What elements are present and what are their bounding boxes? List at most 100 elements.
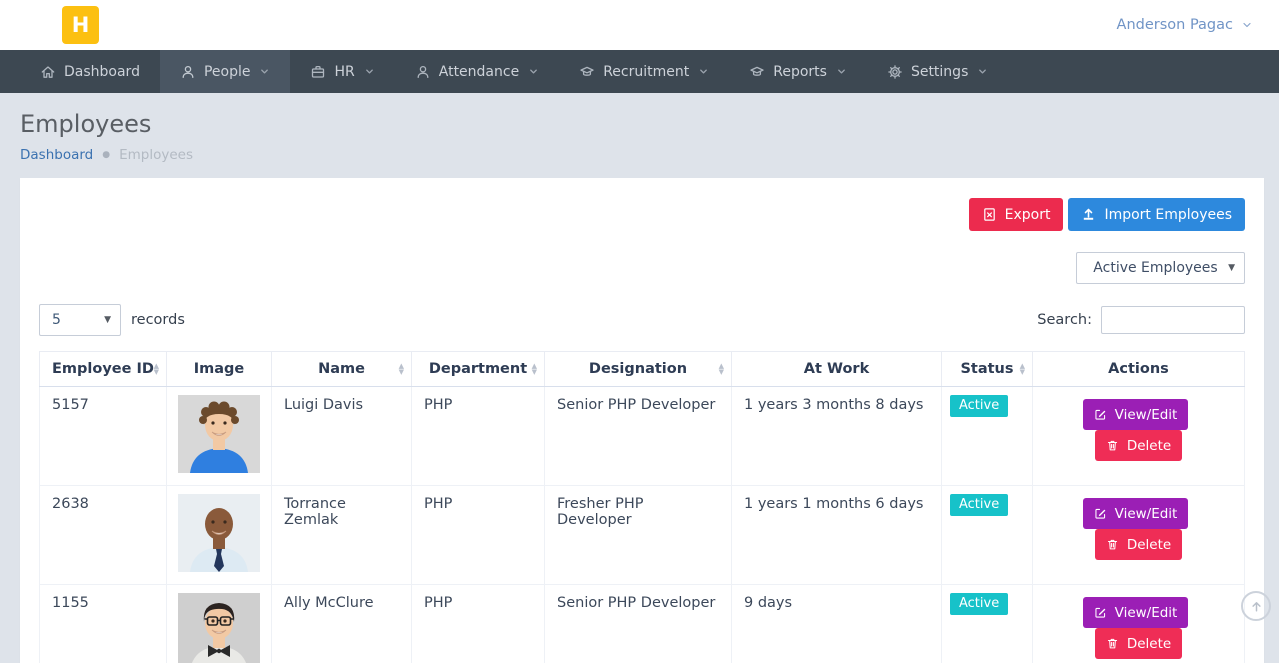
employee-filter-select[interactable]: Active Employees ▼ <box>1076 252 1245 284</box>
nav-item-attendance[interactable]: Attendance <box>395 50 559 93</box>
column-header-name[interactable]: Name ▲▼ <box>272 352 412 387</box>
view-edit-button-label: View/Edit <box>1115 605 1178 621</box>
user-name: Anderson Pagac <box>1117 17 1233 33</box>
employee-actions-cell: View/Edit Delete <box>1033 387 1245 486</box>
delete-button[interactable]: Delete <box>1095 628 1182 659</box>
page-length-control: 5 ▼ records <box>39 304 185 336</box>
briefcase-icon <box>310 64 326 80</box>
table-row: 5157Luigi DavisPHPSenior PHP Developer1 … <box>40 387 1245 486</box>
nav-item-dashboard[interactable]: Dashboard <box>20 50 160 93</box>
chevron-down-icon <box>259 66 270 77</box>
employees-table: Employee ID▲▼ImageName▲▼Department▲▼Desi… <box>39 351 1245 663</box>
employee-at-work-cell: 9 days <box>732 585 942 663</box>
delete-button[interactable]: Delete <box>1095 529 1182 560</box>
employee-designation-cell: Senior PHP Developer <box>545 585 732 663</box>
employee-photo <box>178 395 260 473</box>
column-header-designation[interactable]: Designation ▲▼ <box>545 352 732 387</box>
nav-item-settings[interactable]: Settings <box>867 50 1008 93</box>
employee-photo <box>178 494 260 572</box>
user-icon <box>180 64 196 80</box>
breadcrumb-dashboard-link[interactable]: Dashboard <box>20 147 93 163</box>
employee-name-cell: Torrance Zemlak <box>272 486 412 585</box>
column-header-label: Actions <box>1108 361 1169 377</box>
nav-item-people[interactable]: People <box>160 50 291 93</box>
delete-button-label: Delete <box>1127 537 1171 553</box>
chevron-down-icon <box>836 66 847 77</box>
column-header-status[interactable]: Status ▲▼ <box>942 352 1033 387</box>
page-length-select[interactable]: 5 ▼ <box>39 304 121 336</box>
chevron-down-icon <box>1241 19 1253 31</box>
column-header-label: Image <box>194 361 245 377</box>
table-row: 1155Ally McClurePHPSenior PHP Developer9… <box>40 585 1245 663</box>
trash-icon <box>1106 439 1119 452</box>
view-edit-button-label: View/Edit <box>1115 407 1178 423</box>
column-header-image: Image <box>167 352 272 387</box>
nav-item-reports[interactable]: Reports <box>729 50 867 93</box>
scroll-to-top-button[interactable] <box>1241 591 1271 621</box>
view-edit-button-label: View/Edit <box>1115 506 1178 522</box>
excel-file-icon <box>982 207 997 222</box>
search-label: Search: <box>1037 312 1092 328</box>
sort-icon: ▲▼ <box>399 363 404 375</box>
page-head: Employees Dashboard ● Employees <box>0 93 1279 178</box>
table-row: 2638Torrance ZemlakPHPFresher PHP Develo… <box>40 486 1245 585</box>
sort-icon: ▲▼ <box>1020 363 1025 375</box>
edit-icon <box>1094 408 1107 421</box>
select-caret-icon: ▼ <box>1228 263 1235 273</box>
export-button[interactable]: Export <box>969 198 1064 231</box>
employee-at-work-cell: 1 years 1 months 6 days <box>732 486 942 585</box>
nav-item-label: Recruitment <box>603 64 689 80</box>
filter-row: Active Employees ▼ <box>39 252 1245 284</box>
employee-name-cell: Ally McClure <box>272 585 412 663</box>
import-employees-button[interactable]: Import Employees <box>1068 198 1245 231</box>
app-logo[interactable]: H <box>62 6 99 44</box>
chevron-down-icon <box>698 66 709 77</box>
delete-button-label: Delete <box>1127 438 1171 454</box>
column-header-at-work: At Work <box>732 352 942 387</box>
employee-image-cell <box>167 585 272 663</box>
gear-icon <box>887 64 903 80</box>
status-badge: Active <box>950 395 1008 417</box>
sort-icon: ▲▼ <box>719 363 724 375</box>
nav-item-recruitment[interactable]: Recruitment <box>559 50 729 93</box>
chevron-down-icon <box>364 66 375 77</box>
column-header-employee-id[interactable]: Employee ID▲▼ <box>40 352 167 387</box>
table-header-row: Employee ID▲▼ImageName▲▼Department▲▼Desi… <box>40 352 1245 387</box>
sort-icon: ▲▼ <box>532 363 537 375</box>
employee-name-cell: Luigi Davis <box>272 387 412 486</box>
nav-item-label: Settings <box>911 64 968 80</box>
status-badge: Active <box>950 494 1008 516</box>
search-input[interactable] <box>1101 306 1245 334</box>
nav-item-hr[interactable]: HR <box>290 50 394 93</box>
column-header-actions: Actions <box>1033 352 1245 387</box>
view-edit-button[interactable]: View/Edit <box>1083 597 1189 628</box>
chevron-down-icon <box>528 66 539 77</box>
delete-button[interactable]: Delete <box>1095 430 1182 461</box>
import-button-label: Import Employees <box>1104 207 1232 223</box>
breadcrumb: Dashboard ● Employees <box>20 147 1259 163</box>
table-controls: 5 ▼ records Search: <box>39 304 1245 336</box>
column-header-label: Name <box>318 361 365 377</box>
employee-at-work-cell: 1 years 3 months 8 days <box>732 387 942 486</box>
breadcrumb-separator-dot: ● <box>102 150 110 160</box>
view-edit-button[interactable]: View/Edit <box>1083 498 1189 529</box>
chevron-down-icon <box>977 66 988 77</box>
employee-id-cell: 1155 <box>40 585 167 663</box>
edit-icon <box>1094 507 1107 520</box>
employee-actions-cell: View/Edit Delete <box>1033 585 1245 663</box>
employee-actions-cell: View/Edit Delete <box>1033 486 1245 585</box>
topbar: H Anderson Pagac <box>0 0 1279 50</box>
column-header-label: Designation <box>589 361 687 377</box>
view-edit-button[interactable]: View/Edit <box>1083 399 1189 430</box>
user-menu[interactable]: Anderson Pagac <box>1117 17 1253 33</box>
column-header-department[interactable]: Department▲▼ <box>412 352 545 387</box>
graduation-cap-icon <box>579 64 595 80</box>
nav-item-label: Reports <box>773 64 827 80</box>
employee-department-cell: PHP <box>412 486 545 585</box>
employee-image-cell <box>167 387 272 486</box>
length-selected-value: 5 <box>52 312 61 328</box>
search-control: Search: <box>1037 306 1245 334</box>
employee-department-cell: PHP <box>412 387 545 486</box>
column-header-label: Status <box>960 361 1013 377</box>
delete-button-label: Delete <box>1127 636 1171 652</box>
